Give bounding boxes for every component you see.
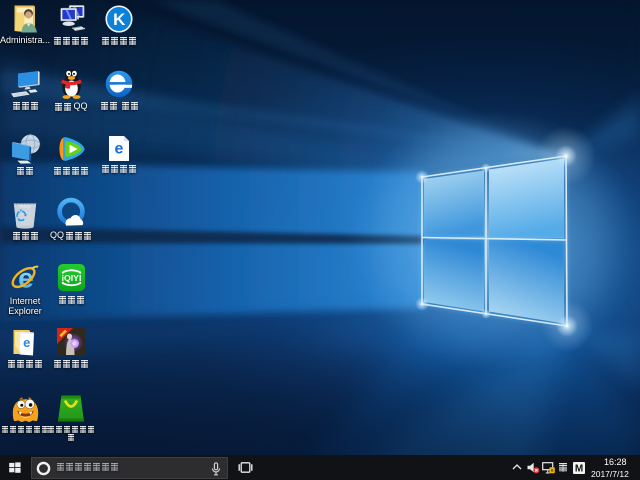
svg-text:K: K	[113, 10, 126, 29]
svg-text:e: e	[115, 141, 124, 158]
svg-text:iQIYI: iQIYI	[61, 273, 81, 283]
svg-text:e: e	[23, 335, 30, 350]
svg-text:M: M	[575, 464, 583, 474]
